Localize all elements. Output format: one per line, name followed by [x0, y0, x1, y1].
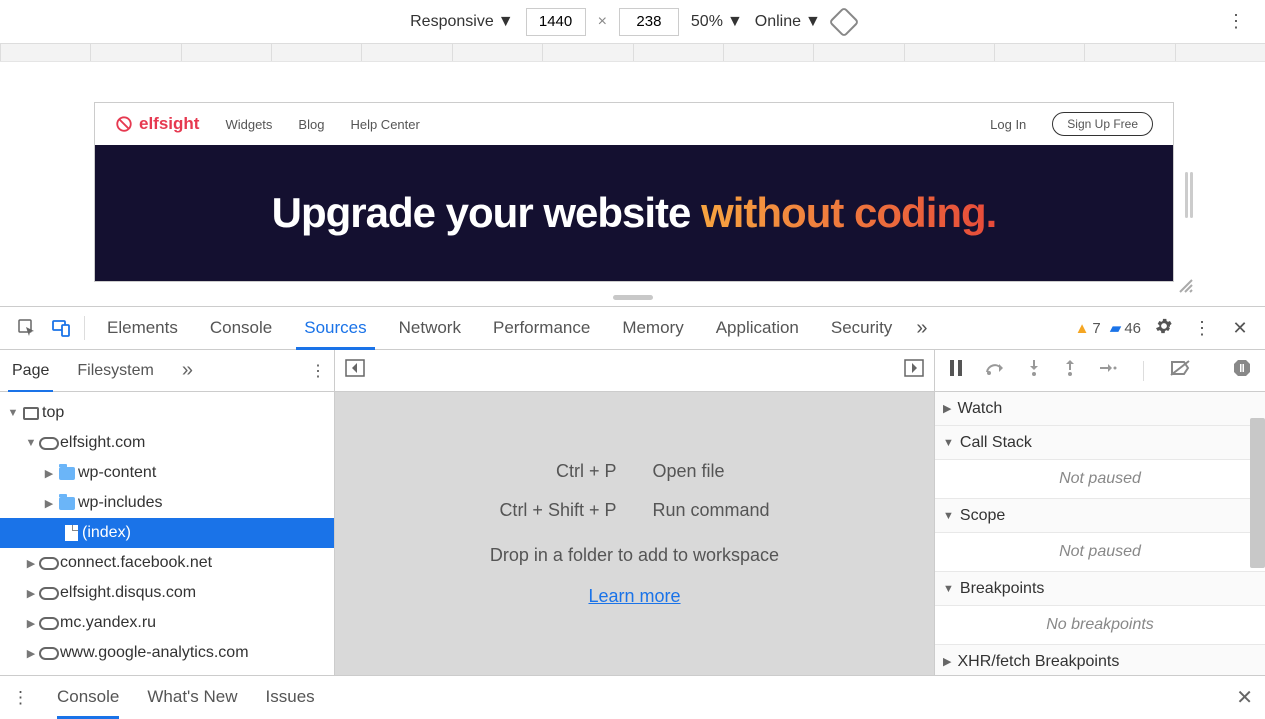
console-drawer: ⋮ Console What's New Issues ✕: [0, 675, 1265, 719]
sources-panel: Page Filesystem » ⋮ ▼top ▼elfsight.com ▶…: [0, 350, 1265, 675]
drawer-tab-issues[interactable]: Issues: [266, 676, 315, 719]
issue-counts[interactable]: ▲7 ▰46: [1075, 319, 1141, 337]
hide-debugger-icon[interactable]: [904, 359, 924, 382]
dimension-separator: ×: [598, 13, 607, 31]
drawer-close-icon[interactable]: ✕: [1236, 685, 1253, 710]
shortcut-desc-run: Run command: [652, 500, 769, 521]
inspect-element-icon[interactable]: [10, 311, 44, 345]
navigator-more-icon[interactable]: »: [182, 359, 193, 382]
pause-icon[interactable]: [949, 360, 963, 381]
tab-elements[interactable]: Elements: [91, 307, 194, 349]
tree-folder-wp-includes[interactable]: ▶wp-includes: [0, 488, 334, 518]
tab-memory[interactable]: Memory: [606, 307, 699, 349]
section-breakpoints[interactable]: ▼Breakpoints: [935, 572, 1265, 606]
ruler-strip: [0, 44, 1265, 62]
site-hero: Upgrade your website without coding.: [95, 145, 1173, 281]
sources-navigator: Page Filesystem » ⋮ ▼top ▼elfsight.com ▶…: [0, 350, 335, 675]
navigator-kebab-icon[interactable]: ⋮: [310, 361, 326, 381]
viewport-width-input[interactable]: [526, 8, 586, 36]
tab-performance[interactable]: Performance: [477, 307, 606, 349]
tabs-overflow-icon[interactable]: »: [908, 317, 935, 340]
tab-network[interactable]: Network: [383, 307, 477, 349]
tree-domain-disqus[interactable]: ▶elfsight.disqus.com: [0, 578, 334, 608]
workspace-hint: Drop in a folder to add to workspace: [490, 545, 779, 566]
section-scope[interactable]: ▼Scope: [935, 499, 1265, 533]
shortcut-desc-open: Open file: [652, 461, 769, 482]
warning-icon: ▲: [1075, 320, 1090, 337]
step-over-icon[interactable]: [985, 360, 1005, 381]
settings-gear-icon[interactable]: [1149, 316, 1179, 341]
message-icon: ▰: [1110, 319, 1122, 337]
deactivate-breakpoints-icon[interactable]: [1170, 360, 1190, 381]
learn-more-link[interactable]: Learn more: [588, 586, 680, 607]
tree-file-index[interactable]: (index): [0, 518, 334, 548]
resize-handle-right[interactable]: [1185, 172, 1195, 218]
tab-console[interactable]: Console: [194, 307, 288, 349]
shortcut-key-run: Ctrl + Shift + P: [499, 500, 616, 521]
rotate-icon[interactable]: [828, 6, 859, 37]
tab-sources[interactable]: Sources: [288, 307, 382, 349]
preview-frame[interactable]: elfsight Widgets Blog Help Center Log In…: [94, 102, 1174, 282]
drawer-tab-whatsnew[interactable]: What's New: [147, 676, 237, 719]
hero-heading: Upgrade your website without coding.: [272, 189, 997, 237]
device-toolbar: Responsive ▼ × 50% ▼ Online ▼ ⋮: [0, 0, 1265, 44]
toggle-device-icon[interactable]: [44, 311, 78, 345]
breakpoints-body: No breakpoints: [935, 606, 1265, 645]
devtools-kebab-icon[interactable]: ⋮: [1187, 318, 1217, 339]
nav-widgets[interactable]: Widgets: [225, 117, 272, 132]
drawer-kebab-icon[interactable]: ⋮: [12, 688, 29, 708]
scope-body: Not paused: [935, 533, 1265, 572]
file-tree: ▼top ▼elfsight.com ▶wp-content ▶wp-inclu…: [0, 392, 334, 675]
tree-folder-wp-content[interactable]: ▶wp-content: [0, 458, 334, 488]
shortcut-key-open: Ctrl + P: [499, 461, 616, 482]
nav-blog[interactable]: Blog: [298, 117, 324, 132]
callstack-body: Not paused: [935, 460, 1265, 499]
site-nav: elfsight Widgets Blog Help Center Log In…: [95, 103, 1173, 145]
resize-corner-icon[interactable]: [1177, 277, 1195, 300]
tree-domain-elfsight[interactable]: ▼elfsight.com: [0, 428, 334, 458]
devtools-tab-strip: Elements Console Sources Network Perform…: [0, 306, 1265, 350]
step-out-icon[interactable]: [1063, 359, 1077, 382]
tab-security[interactable]: Security: [815, 307, 908, 349]
scrollbar-thumb[interactable]: [1250, 418, 1265, 568]
zoom-select[interactable]: 50% ▼: [691, 13, 743, 31]
site-logo[interactable]: elfsight: [115, 114, 199, 134]
step-icon[interactable]: [1099, 361, 1117, 380]
section-watch[interactable]: ▶Watch: [935, 392, 1265, 426]
resize-handle-bottom[interactable]: [613, 295, 653, 300]
pause-on-exceptions-icon[interactable]: [1233, 359, 1251, 382]
login-link[interactable]: Log In: [990, 117, 1026, 132]
throttling-select[interactable]: Online ▼: [755, 13, 821, 31]
tree-domain-ga[interactable]: ▶www.google-analytics.com: [0, 638, 334, 668]
hide-navigator-icon[interactable]: [345, 359, 365, 382]
sources-editor: Ctrl + P Open file Ctrl + Shift + P Run …: [335, 350, 935, 675]
section-xhr-breakpoints[interactable]: ▶XHR/fetch Breakpoints: [935, 645, 1265, 675]
signup-button[interactable]: Sign Up Free: [1052, 112, 1153, 136]
navigator-tab-filesystem[interactable]: Filesystem: [73, 350, 157, 391]
section-callstack[interactable]: ▼Call Stack: [935, 426, 1265, 460]
tree-domain-facebook[interactable]: ▶connect.facebook.net: [0, 548, 334, 578]
tree-top[interactable]: ▼top: [0, 398, 334, 428]
device-toolbar-kebab-icon[interactable]: ⋮: [1227, 11, 1245, 32]
step-into-icon[interactable]: [1027, 359, 1041, 382]
tree-domain-yandex[interactable]: ▶mc.yandex.ru: [0, 608, 334, 638]
tab-application[interactable]: Application: [700, 307, 815, 349]
preview-area: elfsight Widgets Blog Help Center Log In…: [0, 62, 1265, 306]
elfsight-logo-icon: [115, 115, 133, 133]
device-mode-select[interactable]: Responsive ▼: [410, 13, 513, 31]
nav-help[interactable]: Help Center: [350, 117, 419, 132]
devtools-close-icon[interactable]: ✕: [1225, 318, 1255, 339]
debugger-pane: ▶Watch ▼Call Stack Not paused ▼Scope Not…: [935, 350, 1265, 675]
drawer-tab-console[interactable]: Console: [57, 676, 119, 719]
navigator-tab-page[interactable]: Page: [8, 350, 53, 391]
viewport-height-input[interactable]: [619, 8, 679, 36]
